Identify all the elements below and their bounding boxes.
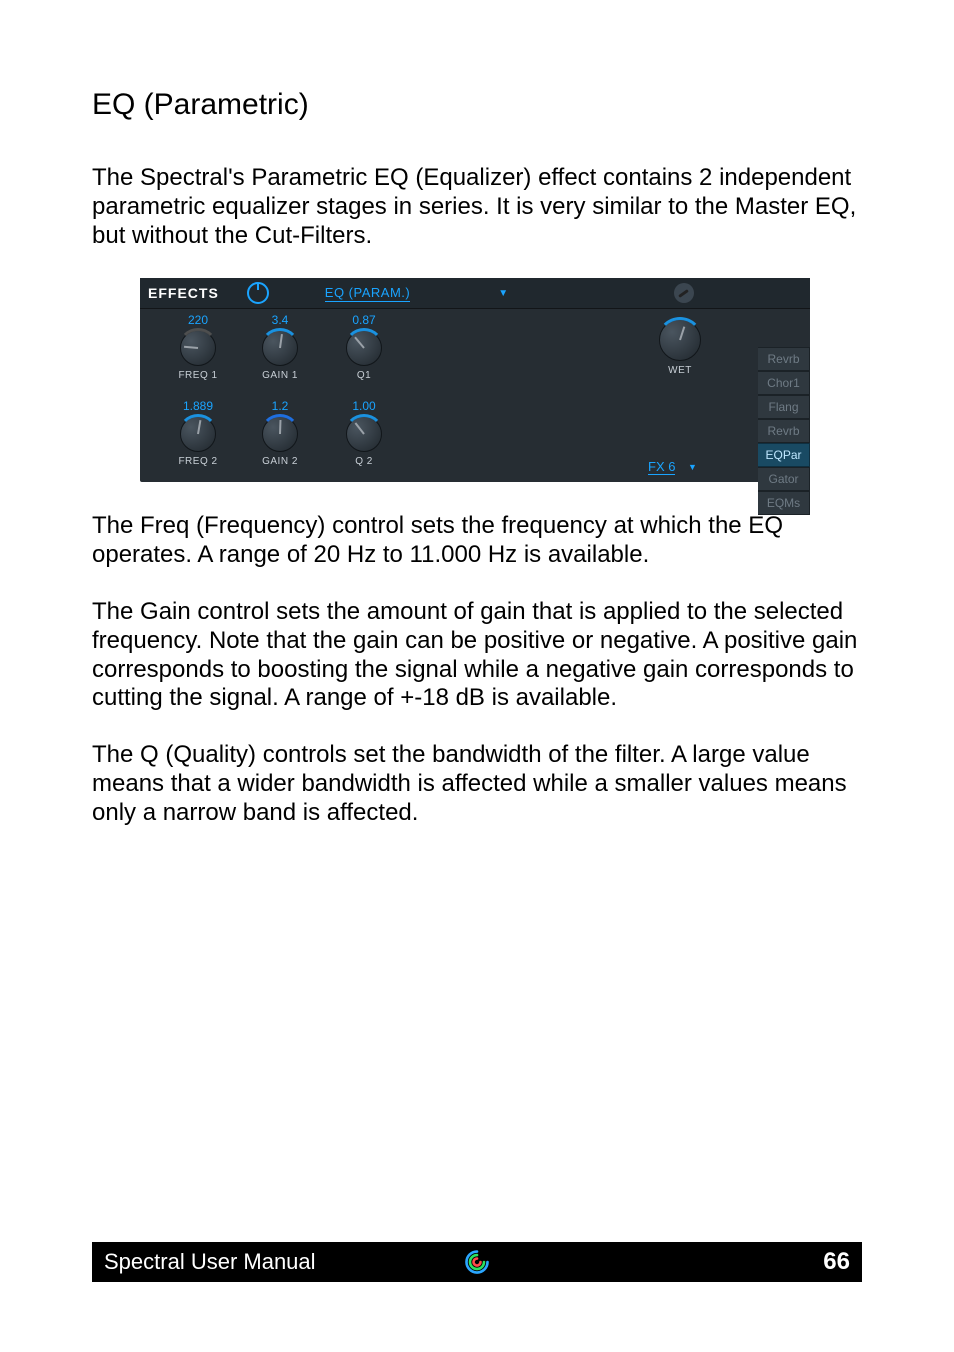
q1-value: 0.87 [324, 313, 404, 327]
footer-title: Spectral User Manual [92, 1249, 316, 1275]
effects-label: EFFECTS [148, 285, 219, 301]
q-paragraph: The Q (Quality) controls set the bandwid… [92, 741, 862, 827]
wet-label: WET [640, 365, 720, 376]
effect-type-dropdown[interactable]: EQ (PARAM.) [325, 285, 410, 302]
chevron-down-icon[interactable]: ▼ [688, 462, 697, 472]
gain2-label: GAIN 2 [240, 456, 320, 467]
intro-paragraph: The Spectral's Parametric EQ (Equalizer)… [92, 164, 862, 250]
freq2-knob[interactable] [180, 416, 216, 452]
chevron-down-icon[interactable]: ▼ [498, 288, 508, 299]
spiral-logo-icon [463, 1248, 491, 1276]
freq-paragraph: The Freq (Frequency) control sets the fr… [92, 512, 862, 570]
panel-header: EFFECTS EQ (PARAM.) ▼ [140, 278, 810, 309]
power-icon[interactable] [247, 282, 269, 304]
gain-paragraph: The Gain control sets the amount of gain… [92, 598, 862, 713]
wet-control[interactable]: WET [640, 319, 720, 376]
footer-page-number: 66 [823, 1248, 862, 1276]
freq1-label: FREQ 1 [158, 370, 238, 381]
page-title: EQ (Parametric) [92, 88, 862, 122]
q1-knob[interactable] [346, 330, 382, 366]
freq1-control[interactable]: 220 FREQ 1 [158, 313, 238, 381]
gain1-control[interactable]: 3.4 GAIN 1 [240, 313, 320, 381]
q2-label: Q 2 [324, 456, 404, 467]
gain2-control[interactable]: 1.2 GAIN 2 [240, 399, 320, 467]
fx-tabs: Revrb Chor1 Flang Revrb EQPar Gator EQMs [758, 347, 810, 515]
q1-control[interactable]: 0.87 Q1 [324, 313, 404, 381]
gain1-knob[interactable] [262, 330, 298, 366]
tab-flang[interactable]: Flang [758, 395, 810, 419]
freq1-value: 220 [158, 313, 238, 327]
eq-effects-panel: EFFECTS EQ (PARAM.) ▼ 220 FREQ 1 3.4 GAI… [140, 278, 810, 482]
tab-eqpar[interactable]: EQPar [758, 443, 810, 467]
page-footer: Spectral User Manual 66 [92, 1242, 862, 1282]
fx-slot-dropdown[interactable]: FX 6 [648, 459, 675, 475]
tab-gator[interactable]: Gator [758, 467, 810, 491]
q2-value: 1.00 [324, 399, 404, 413]
gain1-value: 3.4 [240, 313, 320, 327]
freq1-knob[interactable] [180, 330, 216, 366]
tab-revrb[interactable]: Revrb [758, 347, 810, 371]
freq2-control[interactable]: 1.889 FREQ 2 [158, 399, 238, 467]
wrench-icon[interactable] [674, 283, 694, 303]
gain1-label: GAIN 1 [240, 370, 320, 381]
q2-knob[interactable] [346, 416, 382, 452]
gain2-knob[interactable] [262, 416, 298, 452]
tab-eqms[interactable]: EQMs [758, 491, 810, 515]
gain2-value: 1.2 [240, 399, 320, 413]
q2-control[interactable]: 1.00 Q 2 [324, 399, 404, 467]
tab-revrb2[interactable]: Revrb [758, 419, 810, 443]
freq2-label: FREQ 2 [158, 456, 238, 467]
freq2-value: 1.889 [158, 399, 238, 413]
tab-chor1[interactable]: Chor1 [758, 371, 810, 395]
q1-label: Q1 [324, 370, 404, 381]
wet-knob[interactable] [659, 319, 701, 361]
